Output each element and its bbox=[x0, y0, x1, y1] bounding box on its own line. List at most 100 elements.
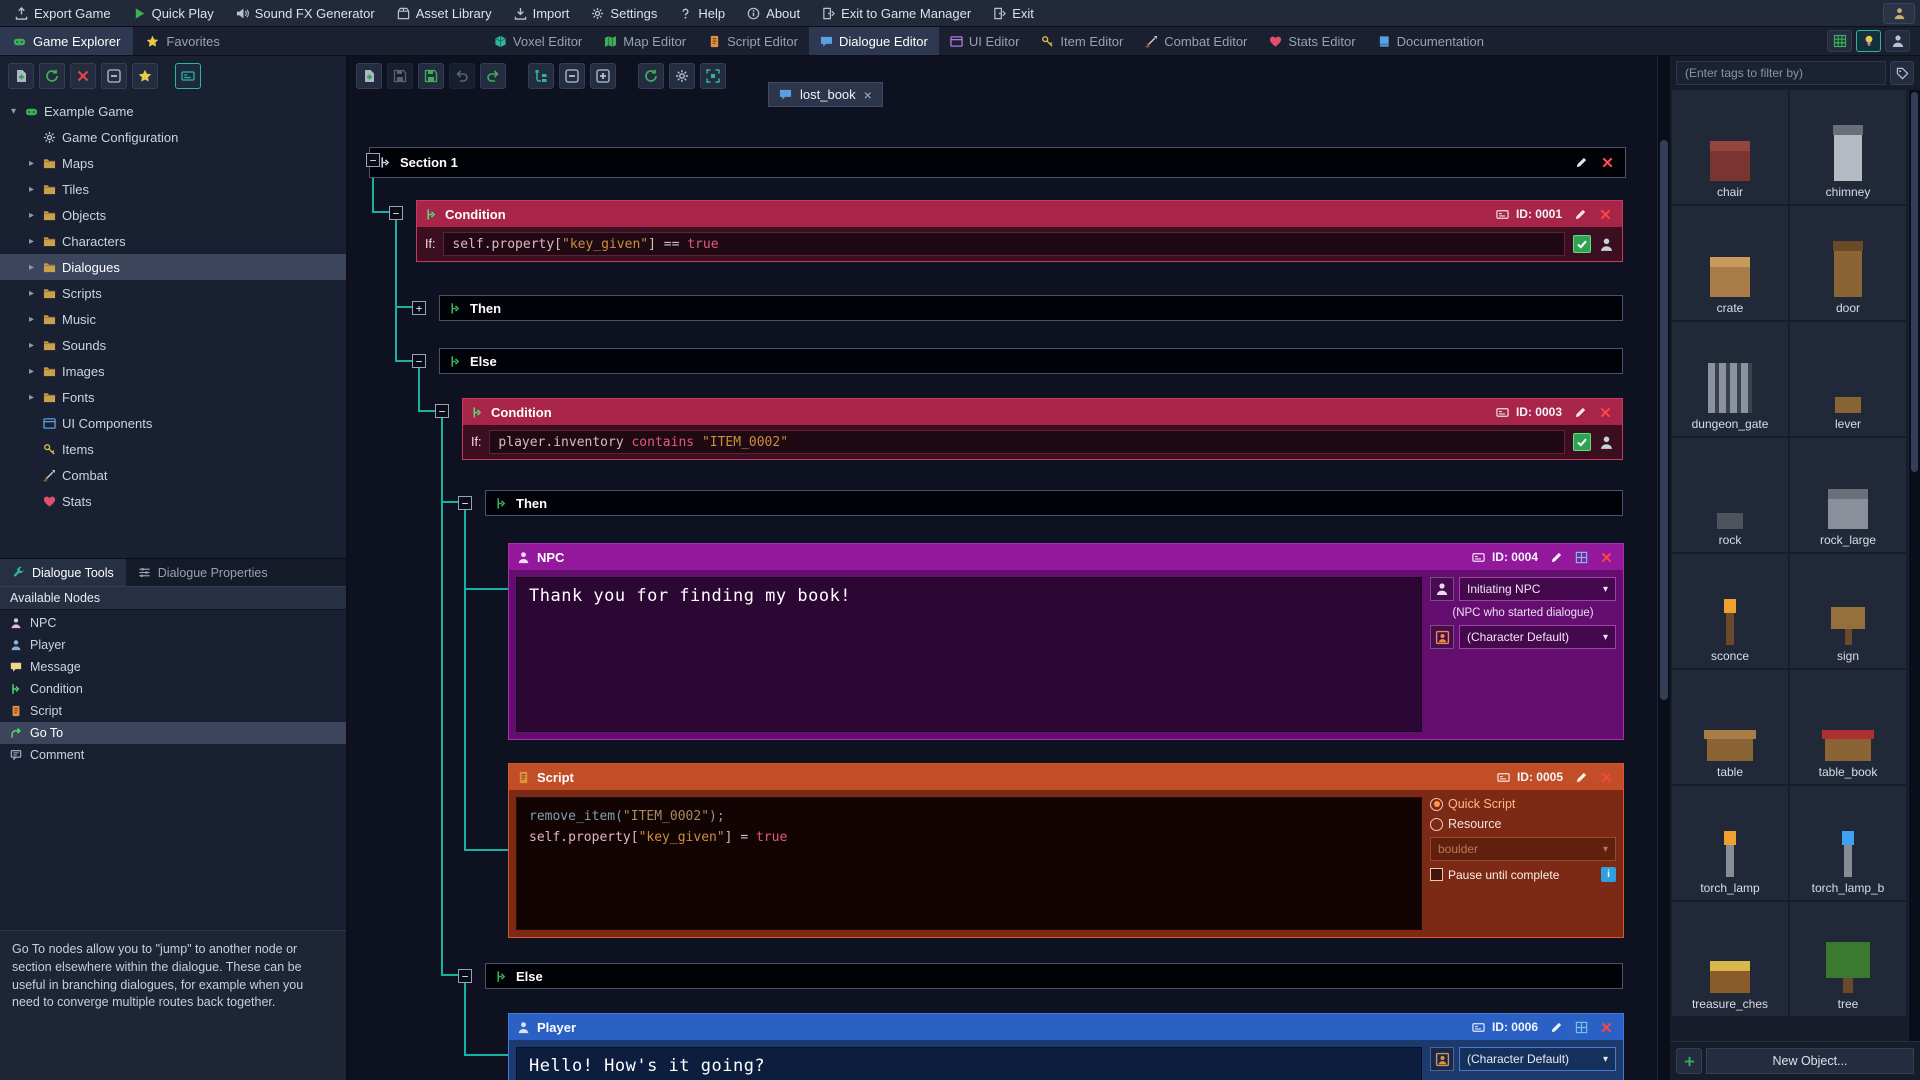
edit-node-button[interactable] bbox=[1571, 205, 1589, 223]
new-dialogue-button[interactable] bbox=[356, 63, 382, 89]
expand-arrow-icon[interactable]: ▸ bbox=[26, 314, 37, 325]
delete-node-button[interactable] bbox=[1597, 768, 1615, 786]
edit-node-button[interactable] bbox=[1547, 1018, 1565, 1036]
new-resource-button[interactable] bbox=[8, 63, 34, 89]
node-type-condition[interactable]: Condition bbox=[0, 678, 346, 700]
delete-section-button[interactable] bbox=[1598, 154, 1616, 172]
quick-script-radio[interactable]: Quick Script bbox=[1430, 797, 1616, 811]
delete-resource-button[interactable] bbox=[70, 63, 96, 89]
asset-torch-lamp-b[interactable]: torch_lamp_b bbox=[1790, 786, 1906, 900]
tree-item-objects[interactable]: ▸Objects bbox=[0, 202, 346, 228]
player-portrait-button[interactable] bbox=[1430, 1047, 1454, 1071]
speaker-context-icon[interactable] bbox=[1599, 237, 1614, 252]
node-npc-0004[interactable]: NPC ID: 0004 Thank you for finding my bo… bbox=[508, 543, 1624, 740]
collapse-condition1-button[interactable]: − bbox=[389, 206, 403, 220]
node-type-comment[interactable]: Comment bbox=[0, 744, 346, 766]
tree-item-items[interactable]: Items bbox=[0, 436, 346, 462]
dialogue-canvas[interactable]: lost_book × − − + − − − − Section 1 bbox=[348, 56, 1657, 1080]
tree-item-stats[interactable]: Stats bbox=[0, 488, 346, 514]
menu-quick-play[interactable]: Quick Play bbox=[122, 0, 225, 26]
project-avatar-button[interactable] bbox=[1883, 3, 1915, 24]
npc-dialogue-text[interactable]: Thank you for finding my book! bbox=[516, 577, 1422, 732]
delete-node-button[interactable] bbox=[1596, 403, 1614, 421]
asset-chimney[interactable]: chimney bbox=[1790, 90, 1906, 204]
asset-rock-large[interactable]: rock_large bbox=[1790, 438, 1906, 552]
add-object-button[interactable] bbox=[1676, 1048, 1702, 1074]
expand-arrow-icon[interactable]: ▸ bbox=[26, 184, 37, 195]
tree-item-scripts[interactable]: ▸Scripts bbox=[0, 280, 346, 306]
delete-node-button[interactable] bbox=[1597, 548, 1615, 566]
tree-item-images[interactable]: ▸Images bbox=[0, 358, 346, 384]
tab-ui-editor[interactable]: UI Editor bbox=[939, 27, 1031, 55]
menu-about[interactable]: About bbox=[736, 0, 811, 26]
node-else-2[interactable]: Else bbox=[485, 963, 1623, 989]
characters-panel-button[interactable] bbox=[1885, 30, 1910, 52]
delete-node-button[interactable] bbox=[1596, 205, 1614, 223]
tree-item-combat[interactable]: Combat bbox=[0, 462, 346, 488]
tab-voxel-editor[interactable]: Voxel Editor bbox=[483, 27, 593, 55]
asset-door[interactable]: door bbox=[1790, 206, 1906, 320]
script-resource-select[interactable]: boulder ▾ bbox=[1430, 837, 1616, 861]
expression-valid-checkbox[interactable] bbox=[1573, 433, 1591, 451]
expand-all-button[interactable] bbox=[590, 63, 616, 89]
open-portrait-button[interactable] bbox=[1572, 1018, 1590, 1036]
npc-portrait-select[interactable]: (Character Default) ▾ bbox=[1459, 625, 1616, 649]
tiles-panel-button[interactable] bbox=[1827, 30, 1852, 52]
tab-dialogue-properties[interactable]: Dialogue Properties bbox=[126, 559, 280, 586]
asset-dungeon-gate[interactable]: dungeon_gate bbox=[1672, 322, 1788, 436]
expand-arrow-icon[interactable]: ▸ bbox=[26, 340, 37, 351]
objects-panel-button[interactable] bbox=[1856, 30, 1881, 52]
node-then-1[interactable]: Then bbox=[439, 295, 1623, 321]
tree-item-ui-components[interactable]: UI Components bbox=[0, 410, 346, 436]
open-portrait-button[interactable] bbox=[1572, 548, 1590, 566]
tab-script-editor[interactable]: Script Editor bbox=[697, 27, 809, 55]
player-portrait-select[interactable]: (Character Default) ▾ bbox=[1459, 1047, 1616, 1071]
condition-expression-field[interactable]: self.property["key_given"] == true bbox=[443, 232, 1565, 256]
expand-arrow-icon[interactable]: ▾ bbox=[8, 106, 19, 117]
asset-table-book[interactable]: table_book bbox=[1790, 670, 1906, 784]
delete-node-button[interactable] bbox=[1597, 1018, 1615, 1036]
tree-item-characters[interactable]: ▸Characters bbox=[0, 228, 346, 254]
menu-sound-fx-generator[interactable]: Sound FX Generator bbox=[225, 0, 386, 26]
tab-favorites[interactable]: Favorites bbox=[133, 27, 232, 55]
menu-exit-to-game-manager[interactable]: Exit to Game Manager bbox=[811, 0, 982, 26]
tab-map-editor[interactable]: Map Editor bbox=[593, 27, 697, 55]
assets-scrollbar[interactable] bbox=[1908, 90, 1920, 1041]
node-player-0006[interactable]: Player ID: 0006 Hello! How's it going? (… bbox=[508, 1013, 1624, 1080]
collapse-then2-button[interactable]: − bbox=[458, 496, 472, 510]
tab-item-editor[interactable]: Item Editor bbox=[1030, 27, 1134, 55]
edit-section-button[interactable] bbox=[1572, 154, 1590, 172]
npc-character-select[interactable]: Initiating NPC ▾ bbox=[1459, 577, 1616, 601]
player-dialogue-text[interactable]: Hello! How's it going? bbox=[516, 1047, 1422, 1080]
expand-arrow-icon[interactable]: ▸ bbox=[26, 366, 37, 377]
collapse-section1-button[interactable]: − bbox=[366, 153, 380, 167]
collapse-else1-button[interactable]: − bbox=[412, 354, 426, 368]
menu-asset-library[interactable]: Asset Library bbox=[386, 0, 503, 26]
menu-import[interactable]: Import bbox=[503, 0, 581, 26]
tree-item-tiles[interactable]: ▸Tiles bbox=[0, 176, 346, 202]
resource-radio[interactable]: Resource bbox=[1430, 817, 1616, 831]
tab-documentation[interactable]: Documentation bbox=[1367, 27, 1495, 55]
center-view-button[interactable] bbox=[700, 63, 726, 89]
refresh-explorer-button[interactable] bbox=[39, 63, 65, 89]
save-all-button[interactable] bbox=[418, 63, 444, 89]
dialogue-tab-lost-book[interactable]: lost_book × bbox=[768, 82, 883, 107]
tree-item-example-game[interactable]: ▾Example Game bbox=[0, 98, 346, 124]
collapse-all-button[interactable] bbox=[559, 63, 585, 89]
tab-dialogue-tools[interactable]: Dialogue Tools bbox=[0, 559, 126, 586]
info-icon[interactable]: i bbox=[1601, 867, 1616, 882]
menu-settings[interactable]: Settings bbox=[580, 0, 668, 26]
asset-chair[interactable]: chair bbox=[1672, 90, 1788, 204]
tree-item-maps[interactable]: ▸Maps bbox=[0, 150, 346, 176]
close-tab-icon[interactable]: × bbox=[864, 88, 872, 102]
tree-item-fonts[interactable]: ▸Fonts bbox=[0, 384, 346, 410]
redo-button[interactable] bbox=[480, 63, 506, 89]
node-type-npc[interactable]: NPC bbox=[0, 612, 346, 634]
expand-arrow-icon[interactable]: ▸ bbox=[26, 262, 37, 273]
node-section-1[interactable]: Section 1 bbox=[369, 147, 1626, 178]
refresh-dialogue-button[interactable] bbox=[638, 63, 664, 89]
tree-item-dialogues[interactable]: ▸Dialogues bbox=[0, 254, 346, 280]
asset-treasure-ches[interactable]: treasure_ches bbox=[1672, 902, 1788, 1016]
collapse-tree-button[interactable] bbox=[101, 63, 127, 89]
expression-valid-checkbox[interactable] bbox=[1573, 235, 1591, 253]
